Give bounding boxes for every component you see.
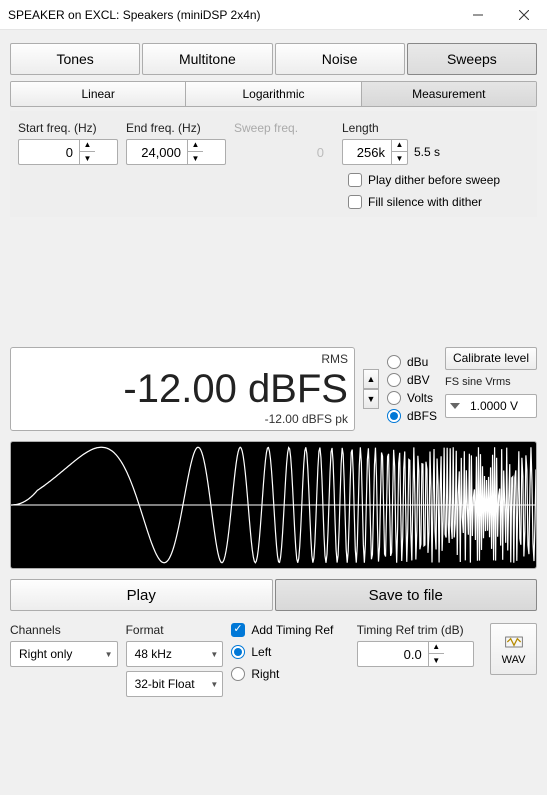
window-title: SPEAKER on EXCL: Speakers (miniDSP 2x4n): [8, 8, 455, 22]
start-freq-value[interactable]: [19, 145, 79, 160]
timing-right-radio[interactable]: [231, 667, 245, 681]
subtab-logarithmic[interactable]: Logarithmic: [186, 82, 361, 106]
trim-input[interactable]: ▲▼: [357, 641, 474, 667]
sweep-type-tabs: Linear Logarithmic Measurement: [10, 81, 537, 107]
tab-noise[interactable]: Noise: [275, 43, 405, 75]
titlebar: SPEAKER on EXCL: Speakers (miniDSP 2x4n): [0, 0, 547, 30]
format-label: Format: [126, 623, 224, 637]
end-freq-input[interactable]: ▲▼: [126, 139, 226, 165]
tab-tones[interactable]: Tones: [10, 43, 140, 75]
format-field: Format 48 kHz ▼ 32-bit Float ▼: [126, 623, 224, 697]
action-row: Play Save to file: [10, 579, 537, 611]
fs-vrms-value[interactable]: [464, 398, 520, 414]
radio-dbv[interactable]: [387, 373, 401, 387]
unit-volts[interactable]: Volts: [387, 391, 437, 405]
level-display: RMS -12.00 dBFS -12.00 dBFS pk: [10, 347, 355, 431]
play-button[interactable]: Play: [10, 579, 273, 611]
bitdepth-value: 32-bit Float: [135, 677, 205, 691]
add-timing-row[interactable]: Add Timing Ref: [231, 623, 348, 637]
level-spinner[interactable]: ▲▼: [363, 347, 379, 431]
level-down-button[interactable]: ▼: [363, 389, 379, 409]
dither-before-row[interactable]: Play dither before sweep: [348, 173, 529, 187]
start-freq-field: Start freq. (Hz) ▲▼: [18, 121, 118, 165]
fs-vrms-dropdown-icon[interactable]: [450, 403, 460, 409]
chevron-down-icon: ▼: [210, 650, 218, 659]
tab-sweeps[interactable]: Sweeps: [407, 43, 537, 75]
bitdepth-dropdown[interactable]: 32-bit Float ▼: [126, 671, 224, 697]
length-label: Length: [342, 121, 442, 135]
fs-vrms-label: FS sine Vrms: [445, 376, 537, 388]
close-button[interactable]: [501, 0, 547, 30]
chevron-down-icon: ▼: [105, 650, 113, 659]
trim-value[interactable]: [358, 647, 428, 662]
save-options-row: Channels Right only ▼ Format 48 kHz ▼ 32…: [10, 623, 537, 697]
timing-left-row[interactable]: Left: [231, 645, 348, 659]
fill-silence-checkbox[interactable]: [348, 195, 362, 209]
fill-silence-label: Fill silence with dither: [368, 195, 482, 209]
end-freq-spinner[interactable]: ▲▼: [187, 139, 203, 165]
radio-dbu[interactable]: [387, 355, 401, 369]
level-right-column: Calibrate level FS sine Vrms: [445, 347, 537, 431]
start-freq-label: Start freq. (Hz): [18, 121, 118, 135]
level-peak: -12.00 dBFS pk: [265, 412, 348, 426]
unit-dbu[interactable]: dBu: [387, 355, 437, 369]
level-row: RMS -12.00 dBFS -12.00 dBFS pk ▲▼ dBu dB…: [10, 347, 537, 431]
start-freq-spinner[interactable]: ▲▼: [79, 139, 95, 165]
main-tabs: Tones Multitone Noise Sweeps: [10, 43, 537, 75]
sweep-settings-panel: Start freq. (Hz) ▲▼ End freq. (Hz) ▲▼ Sw…: [10, 111, 537, 217]
sweep-freq-label: Sweep freq.: [234, 121, 334, 135]
subtab-linear[interactable]: Linear: [11, 82, 186, 106]
channels-dropdown[interactable]: Right only ▼: [10, 641, 118, 667]
trim-field: Timing Ref trim (dB) ▲▼: [357, 623, 474, 667]
tab-multitone[interactable]: Multitone: [142, 43, 272, 75]
level-value: -12.00 dBFS: [123, 368, 348, 410]
waveform-preview: [10, 441, 537, 569]
wav-export-button[interactable]: WAV: [490, 623, 537, 675]
length-field: Length ▲▼ 5.5 s: [342, 121, 442, 165]
calibrate-level-button[interactable]: Calibrate level: [445, 347, 537, 370]
wav-label: WAV: [502, 654, 526, 666]
end-freq-value[interactable]: [127, 145, 187, 160]
fill-silence-row[interactable]: Fill silence with dither: [348, 195, 529, 209]
trim-spinner[interactable]: ▲▼: [428, 641, 444, 667]
channels-label: Channels: [10, 623, 118, 637]
trim-label: Timing Ref trim (dB): [357, 623, 474, 637]
radio-volts[interactable]: [387, 391, 401, 405]
level-up-button[interactable]: ▲: [363, 369, 379, 389]
radio-dbfs[interactable]: [387, 409, 401, 423]
timing-left-radio[interactable]: [231, 645, 245, 659]
samplerate-value: 48 kHz: [135, 647, 205, 661]
channels-field: Channels Right only ▼: [10, 623, 118, 667]
length-spinner[interactable]: ▲▼: [391, 139, 407, 165]
timing-ref-field: Add Timing Ref Left Right: [231, 623, 348, 681]
sweep-freq-field: Sweep freq. 0: [234, 121, 334, 165]
timing-right-row[interactable]: Right: [231, 667, 348, 681]
start-freq-input[interactable]: ▲▼: [18, 139, 118, 165]
unit-radios: dBu dBV Volts dBFS: [387, 347, 437, 431]
samplerate-dropdown[interactable]: 48 kHz ▼: [126, 641, 224, 667]
end-freq-field: End freq. (Hz) ▲▼: [126, 121, 226, 165]
unit-dbv[interactable]: dBV: [387, 373, 437, 387]
add-timing-checkbox[interactable]: [231, 623, 245, 637]
sweep-freq-value: 0: [234, 139, 334, 165]
content-area: Tones Multitone Noise Sweeps Linear Loga…: [0, 30, 547, 707]
dither-before-checkbox[interactable]: [348, 173, 362, 187]
subtab-measurement[interactable]: Measurement: [362, 82, 536, 106]
add-timing-label: Add Timing Ref: [251, 623, 333, 637]
unit-dbfs[interactable]: dBFS: [387, 409, 437, 423]
length-value[interactable]: [343, 145, 391, 160]
wav-icon: [504, 632, 524, 652]
dither-before-label: Play dither before sweep: [368, 173, 500, 187]
waveform-svg: [11, 442, 536, 568]
fs-vrms-input[interactable]: [445, 394, 537, 418]
end-freq-label: End freq. (Hz): [126, 121, 226, 135]
channels-value: Right only: [19, 647, 99, 661]
minimize-button[interactable]: [455, 0, 501, 30]
length-input[interactable]: ▲▼: [342, 139, 408, 165]
length-seconds: 5.5 s: [414, 145, 440, 159]
rms-tag: RMS: [321, 352, 348, 366]
chevron-down-icon: ▼: [210, 680, 218, 689]
save-to-file-button[interactable]: Save to file: [275, 579, 538, 611]
